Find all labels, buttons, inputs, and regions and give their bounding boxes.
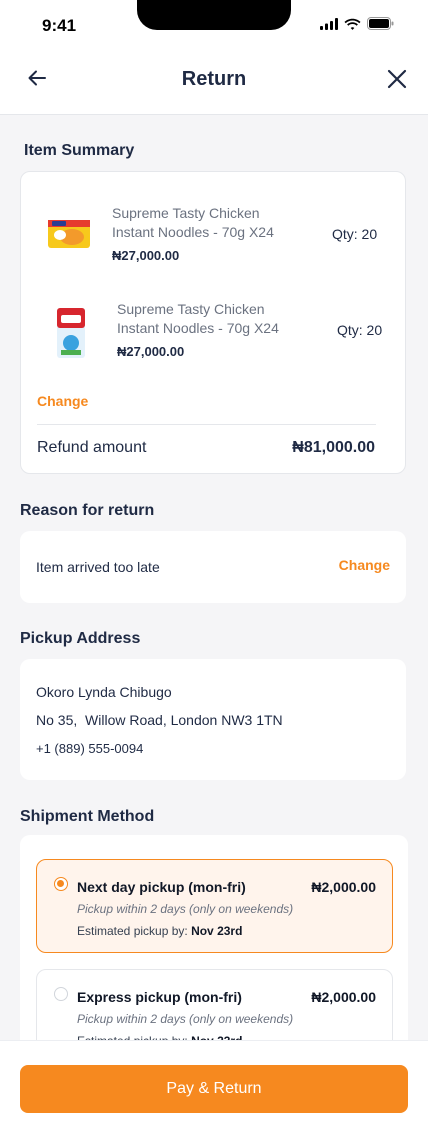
shipment-option-price: ₦2,000.00	[311, 879, 376, 895]
shipment-card: Next day pickup (mon-fri) ₦2,000.00 Pick…	[20, 835, 408, 1045]
signal-icon	[320, 17, 338, 30]
refund-amount: ₦81,000.00	[292, 439, 375, 456]
item-qty: Qty: 20	[332, 226, 378, 242]
item-summary-title: Item Summary	[24, 142, 135, 159]
refund-label: Refund amount	[37, 439, 147, 456]
device-notch	[137, 0, 291, 30]
item-qty: Qty: 20	[337, 322, 383, 338]
shipment-title: Shipment Method	[20, 808, 155, 825]
item-name: Supreme Tasty Chicken Instant Noodles - …	[117, 301, 279, 336]
shipment-option-title: Express pickup (mon-fri)	[77, 989, 242, 1005]
estimate-date: Nov 23rd	[191, 924, 243, 938]
item-price: ₦27,000.00	[117, 344, 185, 359]
shipment-option-subtitle: Pickup within 2 days (only on weekends)	[77, 902, 294, 916]
pickup-address: No 35, Willow Road, London NW3 1TN	[36, 712, 283, 728]
list-item[interactable]: Supreme Tasty Chicken Instant Noodles - …	[21, 196, 405, 266]
pickup-phone: +1 (889) 555-0094	[36, 741, 144, 756]
item-name: Supreme Tasty Chicken Instant Noodles - …	[112, 205, 274, 240]
page-title: Return	[181, 68, 247, 90]
estimate-label: Estimated pickup by:	[77, 924, 192, 938]
shipment-option-express[interactable]: Express pickup (mon-fri) ₦2,000.00 Picku…	[36, 969, 393, 1045]
product-thumbnail	[57, 308, 85, 358]
shipment-option-next-day[interactable]: Next day pickup (mon-fri) ₦2,000.00 Pick…	[36, 859, 393, 953]
list-item[interactable]: Supreme Tasty Chicken Instant Noodles - …	[21, 292, 405, 362]
reason-title: Reason for return	[20, 502, 155, 519]
item-summary-card: Supreme Tasty Chicken Instant Noodles - …	[20, 171, 406, 474]
pay-return-button[interactable]: Pay & Return	[20, 1065, 408, 1113]
status-time: 9:41	[42, 16, 77, 35]
shipment-option-price: ₦2,000.00	[311, 989, 376, 1005]
product-thumbnail	[48, 220, 90, 248]
item-price: ₦27,000.00	[112, 248, 180, 263]
nav-header: Return	[0, 54, 428, 115]
battery-icon	[367, 17, 394, 30]
radio-unselected[interactable]	[54, 987, 68, 1001]
bottom-bar: Pay & Return	[0, 1040, 428, 1132]
shipment-option-estimate: Estimated pickup by: Nov 23rd	[77, 924, 242, 938]
reason-card: Item arrived too late Change	[20, 531, 406, 603]
radio-selected[interactable]	[54, 877, 68, 891]
pickup-title: Pickup Address	[20, 630, 141, 647]
close-icon[interactable]	[386, 68, 408, 90]
shipment-option-title: Next day pickup (mon-fri)	[77, 879, 246, 895]
reason-value: Item arrived too late	[36, 559, 160, 575]
status-icons	[320, 17, 394, 30]
change-items-link[interactable]: Change	[37, 393, 88, 409]
status-bar: 9:41	[0, 0, 428, 54]
divider	[37, 424, 376, 425]
shipment-option-subtitle: Pickup within 2 days (only on weekends)	[77, 1012, 294, 1026]
pickup-name: Okoro Lynda Chibugo	[36, 684, 172, 700]
change-reason-link[interactable]: Change	[339, 557, 390, 573]
wifi-icon	[344, 18, 361, 30]
pickup-card: Okoro Lynda Chibugo No 35, Willow Road, …	[20, 659, 406, 780]
